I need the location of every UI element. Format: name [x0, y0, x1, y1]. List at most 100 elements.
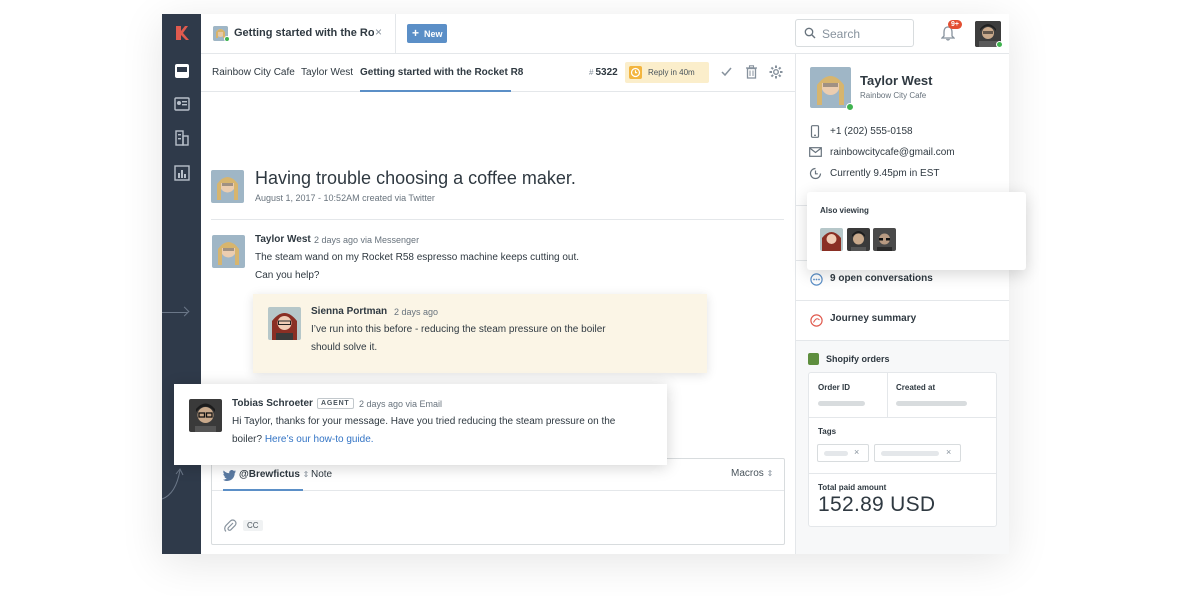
message-line: I’ve run into this before - reducing the… [311, 324, 606, 335]
also-viewing-title: Also viewing [820, 206, 869, 215]
twitter-icon [223, 470, 236, 481]
message-author: Sienna Portman [311, 306, 388, 317]
active-channel-indicator [223, 489, 303, 491]
viewer-avatar[interactable] [820, 228, 843, 251]
conversation-subject: Having trouble choosing a coffee maker. [255, 168, 576, 188]
reply-composer: @Brewfictus ⇕ Note Macros ⇕ CC [211, 458, 785, 545]
viewer-avatar[interactable] [873, 228, 896, 251]
check-icon[interactable] [720, 65, 733, 78]
tab-bar: Getting started with the Rocket R8 × + N… [201, 14, 795, 54]
order-id-placeholder [818, 401, 865, 406]
how-to-guide-link[interactable]: Here’s our how-to guide. [265, 434, 374, 445]
channel-select[interactable]: @Brewfictus ⇕ [239, 469, 309, 480]
message-line: boiler? Here’s our how-to guide. [232, 431, 662, 449]
active-breadcrumb-indicator [360, 90, 511, 92]
close-icon[interactable]: × [375, 25, 382, 39]
breadcrumb-requester[interactable]: Taylor West [301, 67, 353, 78]
email-address: rainbowcitycafe@gmail.com [830, 147, 955, 158]
agent-badge: AGENT [317, 398, 354, 409]
cc-button[interactable]: CC [243, 520, 263, 531]
journey-section[interactable]: Journey summary [796, 300, 1009, 340]
breadcrumb: Rainbow City Cafe Taylor West Getting st… [201, 54, 795, 92]
macros-label: Macros [731, 468, 764, 479]
viewer-avatar[interactable] [847, 228, 870, 251]
conversation-meta: August 1, 2017 - 10:52AM created via Twi… [255, 193, 435, 203]
macros-select[interactable]: Macros ⇕ [731, 468, 773, 479]
tag-placeholder [824, 451, 848, 456]
gear-icon[interactable] [769, 65, 783, 79]
app-window: Getting started with the Rocket R8 × + N… [162, 14, 1026, 554]
inbox-icon[interactable] [174, 63, 190, 79]
message-body: The steam wand on my Rocket R58 espresso… [255, 249, 615, 285]
message-line: Hi Taylor, thanks for your message. Have… [232, 416, 616, 427]
organizations-icon[interactable] [174, 130, 190, 146]
tag-placeholder [881, 451, 939, 456]
message-avatar [189, 399, 222, 432]
channel-label: @Brewfictus [239, 469, 300, 480]
open-conversations-label: 9 open conversations [830, 273, 933, 284]
paperclip-icon[interactable] [224, 519, 237, 533]
sla-badge: Reply in 40m [625, 62, 709, 83]
shopify-bag-icon [808, 353, 819, 365]
ticket-number: #5322 [589, 67, 618, 78]
clock-icon [809, 167, 822, 180]
tags-label: Tags [818, 427, 837, 436]
customer-organization[interactable]: Rainbow City Cafe [860, 91, 926, 100]
divider [887, 373, 888, 417]
tag-pill[interactable]: × [874, 444, 961, 462]
phone-icon [810, 125, 820, 138]
sla-text: Reply in 40m [648, 68, 695, 77]
divider [809, 417, 996, 418]
reporting-icon[interactable] [174, 165, 190, 181]
contact-card-icon[interactable] [174, 96, 190, 112]
top-right-bar: Search 9+ [795, 14, 1009, 54]
message-line: should solve it. [311, 342, 378, 353]
message-avatar [268, 307, 301, 340]
requester-avatar [211, 170, 244, 203]
divider [211, 219, 784, 220]
search-input[interactable]: Search [795, 19, 914, 47]
local-time: Currently 9.45pm in EST [830, 168, 940, 179]
hash-symbol: # [589, 68, 594, 77]
decorative-arrow-head [179, 306, 190, 317]
note-tab[interactable]: Note [311, 469, 332, 480]
shopify-label: Shopify orders [826, 354, 890, 364]
message-meta: 2 days ago [394, 307, 439, 317]
message-card: Tobias Schroeter AGENT 2 days ago via Em… [174, 384, 667, 465]
notification-badge: 9+ [948, 20, 962, 29]
new-button[interactable]: + New [407, 24, 447, 43]
zendesk-logo-icon[interactable] [173, 24, 191, 42]
message-author: Tobias Schroeter [232, 398, 313, 409]
remove-tag-icon[interactable]: × [854, 447, 859, 457]
message-card: Sienna Portman 2 days ago I’ve run into … [253, 294, 707, 373]
order-id-label: Order ID [818, 383, 851, 392]
online-status-dot [224, 36, 230, 42]
tag-pill[interactable]: × [817, 444, 869, 462]
plus-icon: + [412, 26, 420, 40]
tab-title: Getting started with the Rocket R8 [234, 27, 374, 39]
also-viewing-popover: Also viewing [807, 192, 1026, 270]
message-meta: 2 days ago via Messenger [314, 235, 420, 245]
breadcrumb-organization[interactable]: Rainbow City Cafe [212, 67, 295, 78]
online-status-dot [996, 41, 1003, 48]
chevron-updown-icon: ⇕ [302, 470, 310, 479]
nav-sidebar [162, 14, 201, 554]
message-avatar [212, 235, 245, 268]
message-line: The steam wand on my Rocket R58 espresso… [255, 252, 580, 263]
customer-context-panel: Taylor West Rainbow City Cafe +1 (202) 5… [795, 54, 1009, 554]
customer-name: Taylor West [860, 73, 933, 88]
breadcrumb-ticket[interactable]: Getting started with the Rocket R8 [360, 67, 523, 78]
customer-avatar [810, 67, 851, 108]
message-body: Hi Taylor, thanks for your message. Have… [232, 413, 662, 449]
ticket-number-value: 5322 [595, 67, 618, 78]
created-at-placeholder [896, 401, 967, 406]
mail-icon [809, 147, 822, 157]
trash-icon[interactable] [745, 65, 758, 79]
message-author: Taylor West [255, 234, 311, 245]
new-button-label: New [424, 29, 443, 39]
remove-tag-icon[interactable]: × [946, 447, 951, 457]
online-status-dot [846, 103, 854, 111]
created-at-label: Created at [896, 383, 936, 392]
ticket-tab[interactable]: Getting started with the Rocket R8 × [201, 14, 396, 54]
message-meta: 2 days ago via Email [359, 399, 443, 409]
